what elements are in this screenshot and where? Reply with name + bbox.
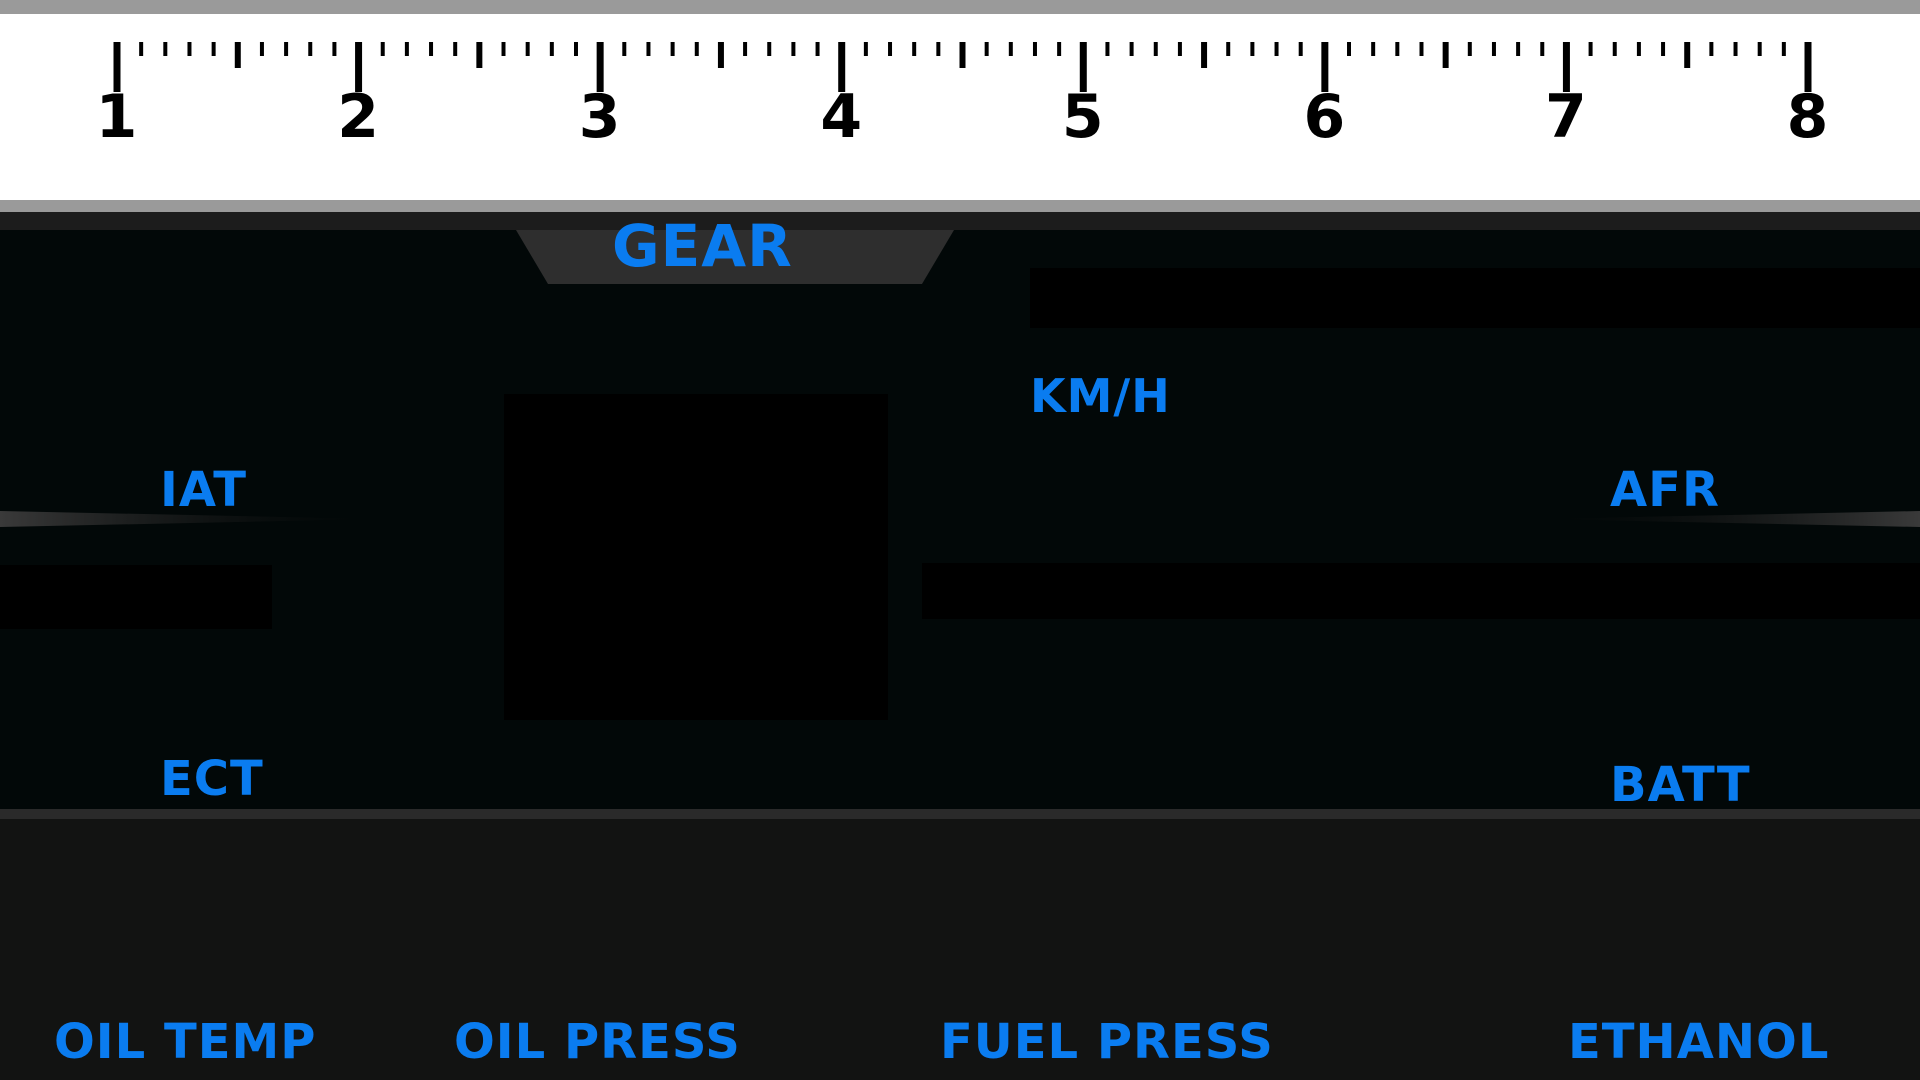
rpm-scale-label: 5 xyxy=(1061,82,1105,152)
afr-label: AFR xyxy=(1610,462,1720,518)
rpm-value-box xyxy=(922,563,1920,619)
tachometer-bar xyxy=(0,0,1920,212)
oil-temp-label: OIL TEMP xyxy=(54,1014,317,1070)
rpm-scale-label: 1 xyxy=(95,82,139,152)
oil-press-label: OIL PRESS xyxy=(454,1014,741,1070)
tachometer-scale xyxy=(113,42,1812,92)
rpm-scale-label: 3 xyxy=(578,82,622,152)
rpm-scale-label: 7 xyxy=(1545,82,1588,152)
ect-label: ECT xyxy=(160,751,264,807)
speed-unit-label: KM/H xyxy=(1030,369,1171,423)
gear-value-box xyxy=(504,394,888,720)
batt-label: BATT xyxy=(1610,757,1751,813)
ethanol-label: ETHANOL xyxy=(1568,1014,1830,1070)
rpm-scale-label: 4 xyxy=(820,82,864,152)
iat-label: IAT xyxy=(160,462,248,518)
panel-divider xyxy=(0,809,1920,819)
rpm-scale-label: 2 xyxy=(337,82,380,152)
fuel-press-label: FUEL PRESS xyxy=(940,1014,1274,1070)
iat-value-box xyxy=(0,565,272,629)
right-accent-bar xyxy=(1540,511,1920,527)
gear-label: GEAR xyxy=(612,212,793,280)
rpm-scale-label: 6 xyxy=(1303,82,1347,152)
speed-value-box xyxy=(1030,268,1920,328)
rpm-scale-label: 8 xyxy=(1786,82,1830,152)
